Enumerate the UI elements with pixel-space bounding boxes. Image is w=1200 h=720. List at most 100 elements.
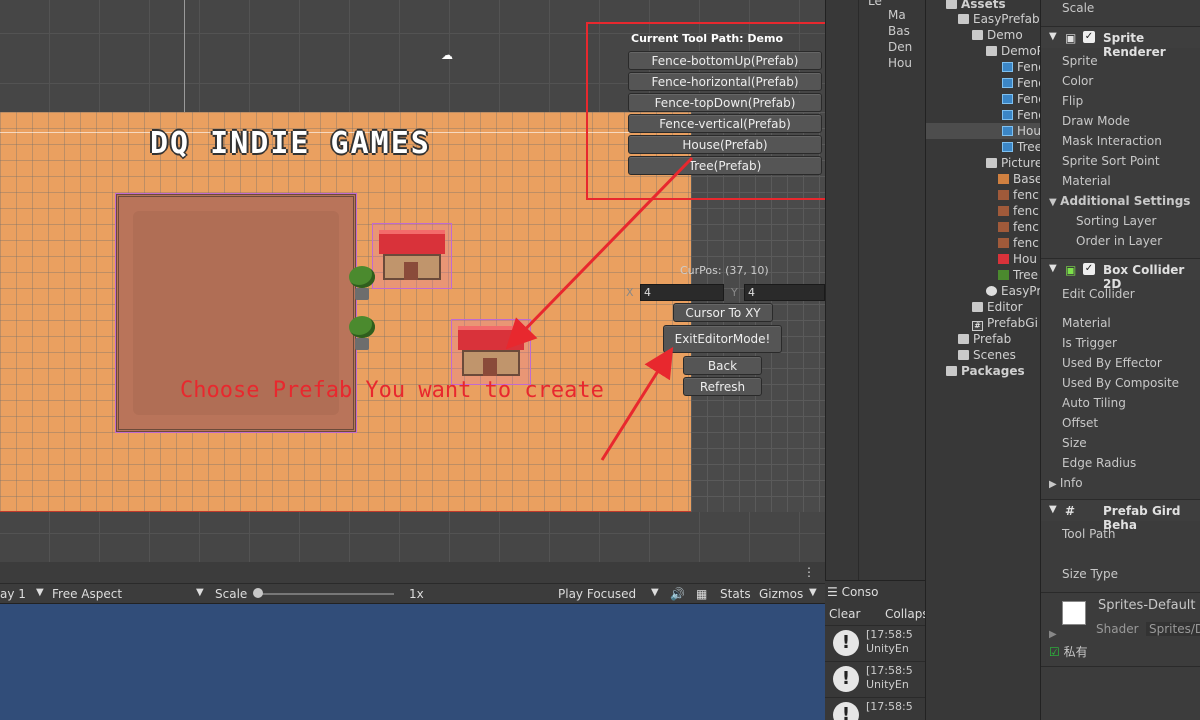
x-input[interactable]: 4 [640, 284, 724, 301]
gizmos-button[interactable]: Gizmos [759, 587, 803, 601]
folder-icon [958, 334, 969, 344]
hierarchy-item[interactable]: Bas [888, 24, 910, 38]
prefab-icon [1002, 78, 1013, 88]
project-sprite[interactable]: Base [998, 171, 1040, 187]
exit-editor-mode-button[interactable]: ExitEditorMode! [663, 325, 782, 353]
shader-label: Shader [1096, 622, 1139, 636]
enabled-checkbox[interactable]: ✓ [1083, 263, 1095, 275]
project-script[interactable]: # PrefabGi [972, 315, 1038, 331]
script-icon: # [972, 321, 983, 331]
project-prefab[interactable]: Fenc [1002, 59, 1040, 75]
inspector-prop-label: Draw Mode [1062, 114, 1130, 128]
keyboard-icon[interactable]: ▦ [696, 587, 707, 601]
refresh-button[interactable]: Refresh [683, 377, 762, 396]
image-icon [998, 254, 1009, 264]
scale-slider-track[interactable] [254, 593, 394, 595]
scale-slider-knob[interactable] [253, 588, 263, 598]
scene-view[interactable]: ☁ DQ INDIE GAMES Choose Prefab You want … [0, 0, 825, 562]
tree-sprite[interactable] [347, 316, 377, 352]
project-folder[interactable]: Editor [972, 299, 1023, 315]
tree-sprite[interactable] [347, 266, 377, 302]
project-prefab[interactable]: Tree [1002, 139, 1040, 155]
image-icon [998, 222, 1009, 232]
project-folder-packages[interactable]: Packages [946, 363, 1025, 379]
hierarchy-panel: Le Ma Bas Den Hou [825, 0, 925, 580]
house-sprite-selected[interactable] [451, 319, 531, 385]
image-icon [998, 174, 1009, 184]
inspector-prop-label: Color [1062, 74, 1094, 88]
stats-button[interactable]: Stats [720, 587, 751, 601]
cursor-to-xy-button[interactable]: Cursor To XY [673, 303, 773, 322]
y-input[interactable]: 4 [744, 284, 825, 301]
shader-select[interactable]: Sprites/D [1146, 622, 1200, 636]
prefab-button-fence-horizontal[interactable]: Fence-horizontal(Prefab) [628, 72, 822, 91]
project-folder[interactable]: EasyPrefab [958, 11, 1040, 27]
console-clear-button[interactable]: Clear [829, 607, 860, 621]
prefab-button-house[interactable]: House(Prefab) [628, 135, 822, 154]
back-button[interactable]: Back [683, 356, 762, 375]
project-scene[interactable]: EasyPr [986, 283, 1040, 299]
audio-mute-icon[interactable]: 🔊 [670, 587, 685, 601]
box-collider-header[interactable]: ▼ ▣ ✓ Box Collider 2D [1041, 258, 1200, 291]
prefab-button-fence-vertical[interactable]: Fence-vertical(Prefab) [628, 114, 822, 133]
image-icon [998, 270, 1009, 280]
project-prefab[interactable]: Fenc [1002, 75, 1040, 91]
project-sprite[interactable]: fenc [998, 219, 1039, 235]
chevron-down-icon: ▼ [196, 587, 204, 598]
inspector-prop-label: Is Trigger [1062, 336, 1117, 350]
project-prefab[interactable]: Hou [1002, 123, 1040, 139]
display-select[interactable]: ay 1 [0, 587, 26, 601]
prefab-button-fence-bottomup[interactable]: Fence-bottomUp(Prefab) [628, 51, 822, 70]
project-folder[interactable]: DemoP [986, 43, 1040, 59]
project-prefab[interactable]: Fenc [1002, 107, 1040, 123]
inspector-prop-label: Offset [1062, 416, 1099, 430]
enabled-checkbox[interactable]: ✓ [1083, 31, 1095, 43]
panel-divider [858, 0, 859, 580]
sprite-renderer-icon: ▣ [1065, 31, 1077, 45]
aspect-select[interactable]: Free Aspect [52, 587, 122, 601]
hierarchy-item[interactable]: Hou [888, 56, 912, 70]
material-preview-icon [1062, 601, 1086, 625]
inspector-prop-label: Size [1062, 436, 1087, 450]
x-label: X [626, 286, 634, 299]
additional-settings-foldout[interactable]: ▼ Additional Settings [1049, 194, 1190, 208]
hierarchy-item[interactable]: Den [888, 40, 912, 54]
hierarchy-item[interactable]: Le [868, 0, 882, 8]
prefab-grid-header[interactable]: ▼ # Prefab Gird Beha [1041, 499, 1200, 532]
more-options-icon[interactable]: ⋮ [803, 565, 815, 579]
tool-path-label: Current Tool Path: Demo [631, 32, 784, 45]
project-prefab[interactable]: Fenc [1002, 91, 1040, 107]
project-sprite[interactable]: fenc [998, 187, 1039, 203]
inspector-prop-label: Sorting Layer [1076, 214, 1157, 228]
prefab-button-tree[interactable]: Tree(Prefab) [628, 156, 822, 175]
foldout-icon[interactable]: ▶ [1049, 629, 1057, 640]
play-mode-select[interactable]: Play Focused [558, 587, 636, 601]
house-sprite[interactable] [372, 223, 452, 289]
foldout-icon: ▼ [1049, 31, 1057, 42]
divider [1041, 666, 1200, 667]
console-collapse-button[interactable]: Collaps [885, 607, 925, 621]
project-folder[interactable]: Prefab [958, 331, 1011, 347]
project-folder[interactable]: Demo [972, 27, 1023, 43]
project-sprite[interactable]: fenc [998, 203, 1039, 219]
divider [1041, 592, 1200, 593]
console-message[interactable]: ! [17:58:5 UnityEn [825, 625, 925, 661]
hierarchy-item[interactable]: Ma [888, 8, 906, 22]
console-message[interactable]: ! [17:58:5 [825, 697, 925, 720]
project-folder[interactable]: Picture [986, 155, 1040, 171]
prefab-button-fence-topdown[interactable]: Fence-topDown(Prefab) [628, 93, 822, 112]
edit-collider-button[interactable]: Edit Collider [1062, 287, 1135, 301]
project-sprite[interactable]: fenc [998, 235, 1039, 251]
game-view[interactable] [0, 604, 825, 720]
sprite-renderer-header[interactable]: ▼ ▣ ✓ Sprite Renderer [1041, 26, 1200, 59]
console-tab[interactable]: ☰ Conso [827, 585, 879, 599]
box-collider-icon: ▣ [1065, 263, 1077, 277]
prefab-icon [1002, 110, 1013, 120]
project-sprite[interactable]: Tree [998, 267, 1038, 283]
console-message[interactable]: ! [17:58:5 UnityEn [825, 661, 925, 697]
project-sprite[interactable]: Hou [998, 251, 1037, 267]
folder-icon [946, 0, 957, 9]
console-icon: ☰ [827, 585, 842, 599]
info-foldout[interactable]: ▶ Info [1049, 476, 1083, 490]
project-folder[interactable]: Scenes [958, 347, 1016, 363]
